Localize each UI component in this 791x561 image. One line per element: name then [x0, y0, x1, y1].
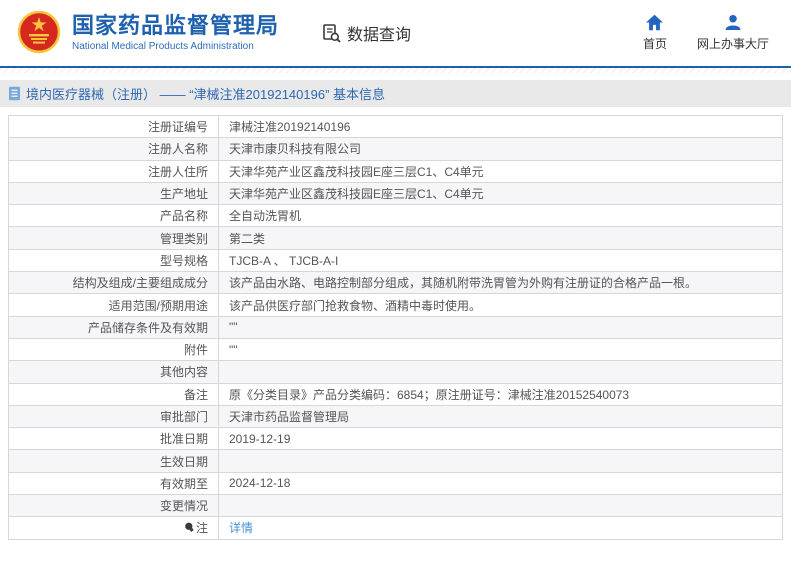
table-row: 生产地址 天津华苑产业区鑫茂科技园E座三层C1、C4单元	[8, 181, 783, 206]
nav-home-label: 首页	[642, 37, 667, 51]
row-label: 产品名称	[8, 204, 219, 228]
row-value: 天津市康贝科技有限公司	[218, 137, 783, 161]
row-label: 备注	[8, 382, 219, 406]
row-value: 津械注准20192140196	[218, 114, 783, 139]
row-label: 批准日期	[8, 427, 219, 451]
row-label: 结构及组成/主要组成成分	[8, 271, 219, 295]
document-search-icon	[321, 23, 341, 43]
row-label: 生效日期	[8, 449, 219, 473]
row-label: 其他内容	[8, 360, 219, 384]
nav-service-hall-label: 网上办事大厅	[696, 37, 769, 51]
table-row: 其他内容	[8, 360, 783, 384]
breadcrumb: 境内医疗器械（注册） —— “津械注准20192140196” 基本信息	[0, 80, 791, 107]
nav-item-home[interactable]: 首页	[643, 14, 667, 52]
national-emblem-logo	[16, 7, 62, 59]
row-label: 附件	[8, 337, 219, 362]
nav-item-service-hall[interactable]: 网上办事大厅	[697, 14, 769, 52]
detail-link[interactable]: 详情	[229, 521, 253, 535]
row-label-note: 注	[8, 516, 219, 540]
row-label: 产品储存条件及有效期	[8, 315, 219, 339]
table-row: 有效期至 2024-12-18	[8, 471, 783, 496]
table-row: 注册人名称 天津市康贝科技有限公司	[8, 137, 783, 161]
breadcrumb-text: 境内医疗器械（注册） —— “津械注准20192140196” 基本信息	[26, 87, 386, 102]
table-row: 附件 ""	[8, 337, 783, 362]
national-emblem-icon	[17, 10, 61, 54]
home-icon	[645, 14, 664, 31]
row-label: 管理类别	[8, 226, 219, 250]
row-value: 天津华苑产业区鑫茂科技园E座三层C1、C4单元	[218, 159, 783, 183]
row-value: TJCB-A 、 TJCB-A-I	[218, 248, 783, 273]
row-value: 该产品供医疗部门抢救食物、酒精中毒时使用。	[218, 293, 783, 317]
row-value: 第二类	[218, 226, 783, 250]
header-nav: 首页 网上办事大厅	[643, 14, 769, 52]
row-value: 全自动洗胃机	[218, 204, 783, 228]
table-row: 注册证编号 津械注准20192140196	[8, 114, 783, 139]
row-value: 2019-12-19	[218, 427, 783, 451]
row-value: 天津市药品监督管理局	[218, 404, 783, 429]
table-row: 管理类别 第二类	[8, 226, 783, 250]
row-label: 注册人名称	[8, 137, 219, 161]
row-label: 生产地址	[8, 181, 219, 206]
agency-title-en: National Medical Products Administration	[72, 41, 254, 53]
row-label: 型号规格	[8, 248, 219, 273]
data-query-tab[interactable]: 数据查询	[321, 21, 411, 45]
table-row: 注册人住所 天津华苑产业区鑫茂科技园E座三层C1、C4单元	[8, 159, 783, 183]
row-label: 适用范围/预期用途	[8, 293, 219, 317]
row-label: 有效期至	[8, 471, 219, 496]
row-value	[218, 360, 783, 384]
row-value: ""	[218, 315, 783, 339]
row-value-note: 详情	[218, 516, 783, 540]
table-row: 适用范围/预期用途 该产品供医疗部门抢救食物、酒精中毒时使用。	[8, 293, 783, 317]
table-row: 注 详情	[8, 516, 783, 540]
document-icon	[8, 86, 21, 101]
row-value: 天津华苑产业区鑫茂科技园E座三层C1、C4单元	[218, 181, 783, 206]
table-row: 批准日期 2019-12-19	[8, 427, 783, 451]
person-icon	[724, 14, 742, 31]
row-label: 审批部门	[8, 404, 219, 429]
table-row: 备注 原《分类目录》产品分类编码：6854；原注册证号：津械注准201525400…	[8, 382, 783, 406]
table-row: 变更情况	[8, 494, 783, 518]
row-label: 注册人住所	[8, 159, 219, 183]
row-value: 该产品由水路、电路控制部分组成，其随机附带洗胃管为外购有注册证的合格产品一根。	[218, 271, 783, 295]
agency-title-cn: 国家药品监督管理局	[72, 12, 280, 38]
table-row: 产品名称 全自动洗胃机	[8, 204, 783, 228]
row-value: 2024-12-18	[218, 471, 783, 496]
table-row: 结构及组成/主要组成成分 该产品由水路、电路控制部分组成，其随机附带洗胃管为外购有…	[8, 271, 783, 295]
row-value	[218, 494, 783, 518]
table-row: 生效日期	[8, 449, 783, 473]
note-label-text: 注	[195, 521, 208, 536]
table-row: 产品储存条件及有效期 ""	[8, 315, 783, 339]
bulb-icon	[182, 520, 197, 535]
header: 国家药品监督管理局 National Medical Products Admi…	[0, 0, 791, 68]
row-label: 注册证编号	[8, 114, 219, 139]
row-value	[218, 449, 783, 473]
data-query-label: 数据查询	[347, 27, 412, 44]
table-row: 审批部门 天津市药品监督管理局	[8, 404, 783, 429]
row-label: 变更情况	[8, 494, 219, 518]
row-value: 原《分类目录》产品分类编码：6854；原注册证号：津械注准20152540073	[218, 382, 783, 406]
row-value: ""	[218, 337, 783, 362]
registration-info-table: 注册证编号 津械注准20192140196 注册人名称 天津市康贝科技有限公司 注册…	[8, 114, 783, 540]
table-row: 型号规格 TJCB-A 、 TJCB-A-I	[8, 248, 783, 273]
